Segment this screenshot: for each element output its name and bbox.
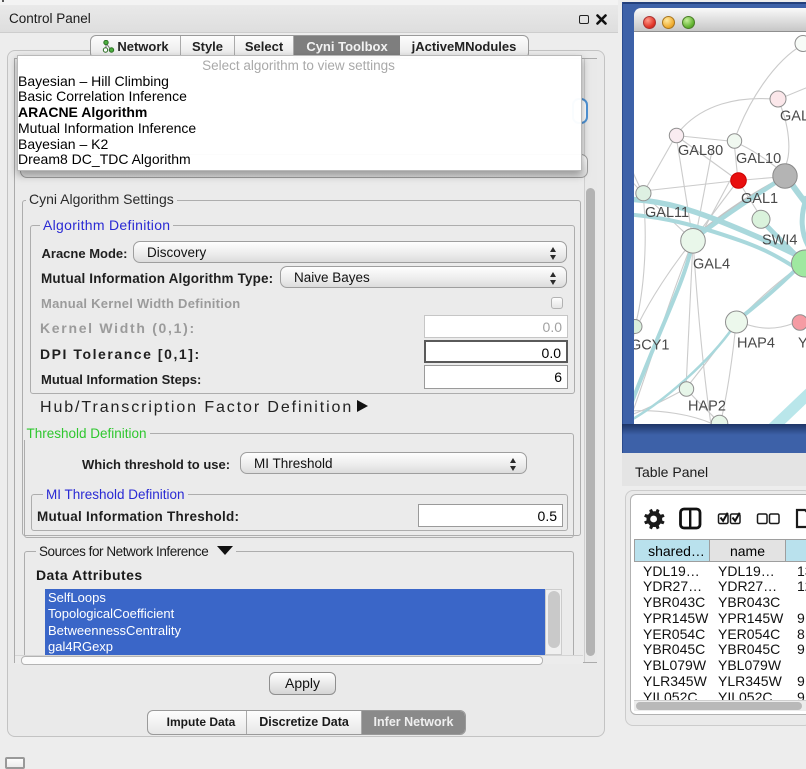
svg-text:GCY1: GCY1 xyxy=(634,337,670,353)
svg-text:YD: YD xyxy=(798,335,806,351)
svg-text:HAP2: HAP2 xyxy=(688,398,726,414)
svg-text:GAL4: GAL4 xyxy=(693,256,730,272)
svg-text:GAL7: GAL7 xyxy=(780,108,806,124)
svg-text:SWI4: SWI4 xyxy=(762,232,797,248)
svg-text:GAL11: GAL11 xyxy=(645,205,689,221)
svg-text:GAL10: GAL10 xyxy=(736,151,781,167)
svg-text:GAL1: GAL1 xyxy=(741,191,778,207)
svg-text:HAP4: HAP4 xyxy=(737,335,775,351)
svg-text:GAL80: GAL80 xyxy=(678,143,723,159)
